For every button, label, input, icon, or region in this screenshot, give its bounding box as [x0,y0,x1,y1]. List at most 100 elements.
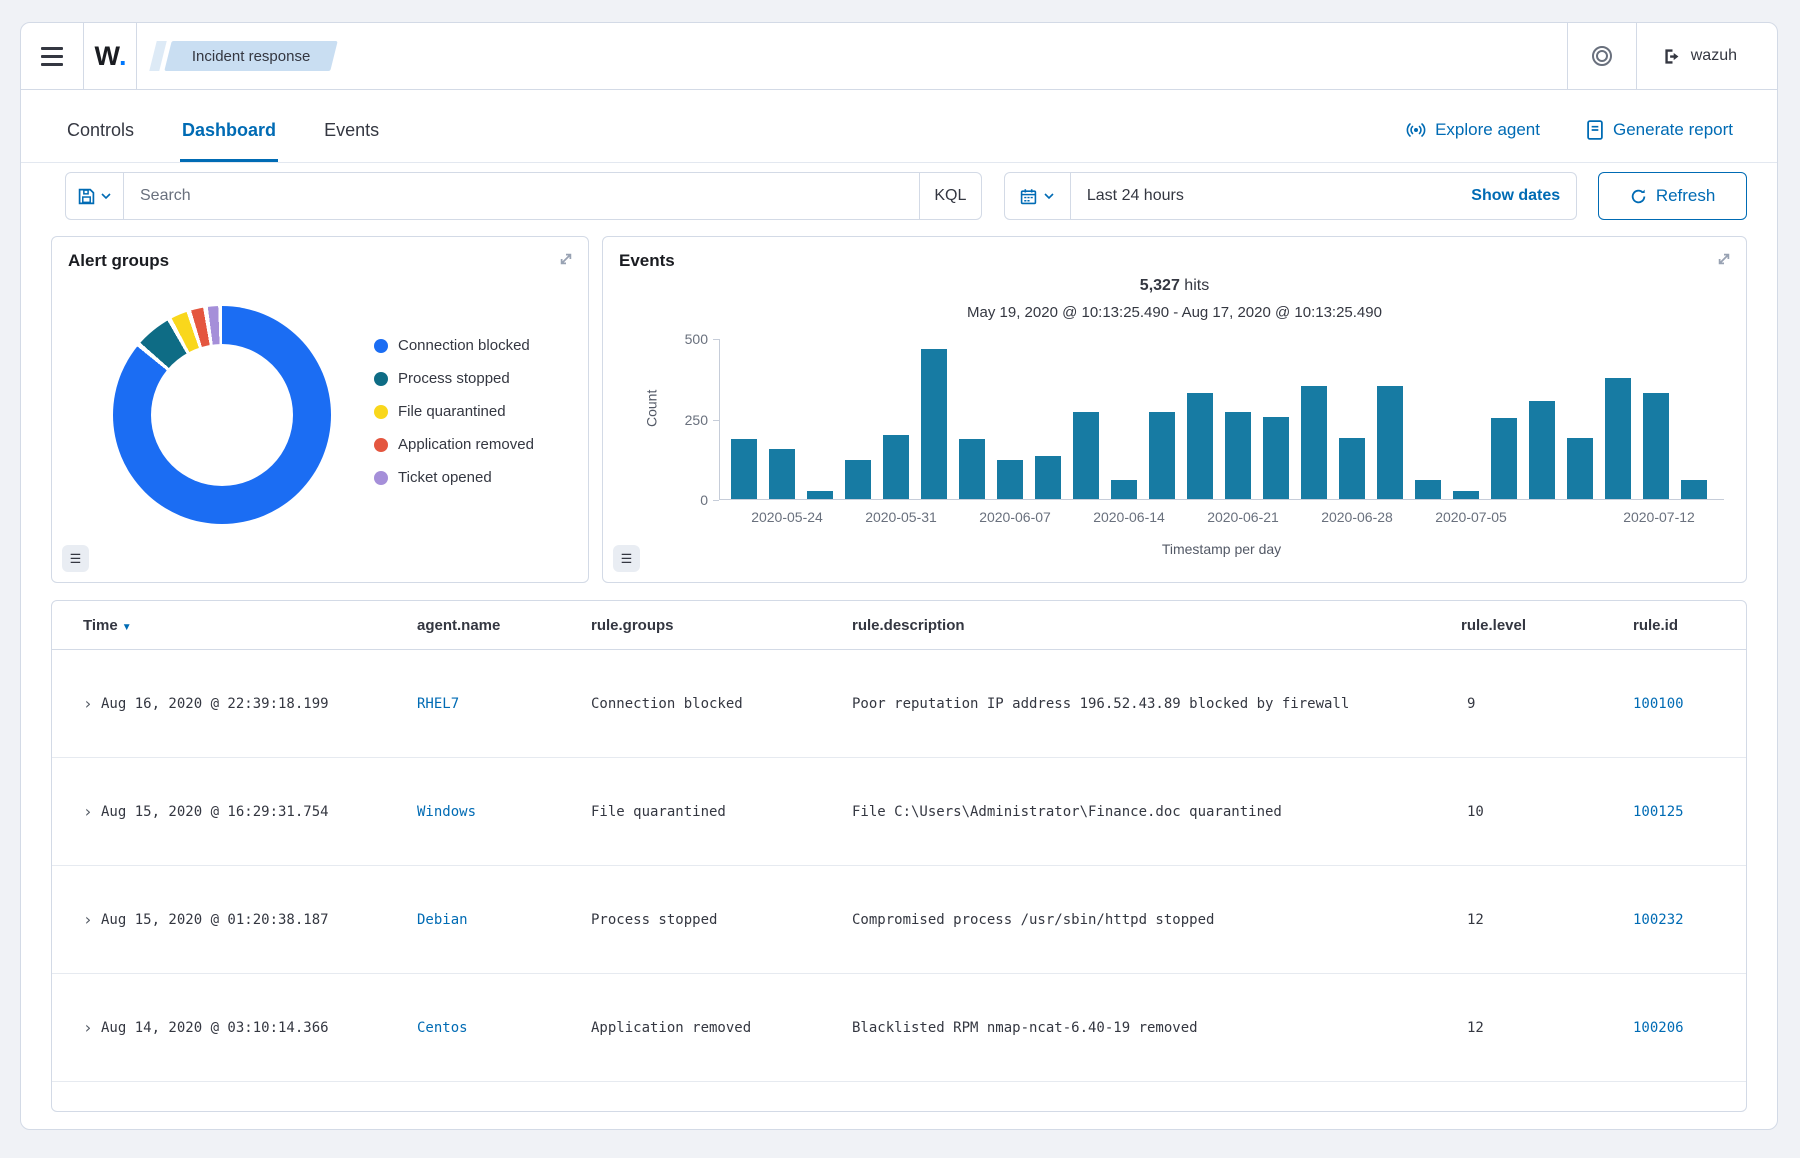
search-input[interactable] [124,173,919,219]
legend-item[interactable]: Process stopped [374,370,534,387]
histogram-bar[interactable] [731,439,757,499]
column-header-rule-groups[interactable]: rule.groups [591,617,674,634]
histogram-bar[interactable] [883,435,909,499]
cell-agent-name[interactable]: Debian [417,912,468,928]
chevron-down-icon [1043,190,1055,202]
user-label: wazuh [1691,47,1737,65]
expand-row-icon[interactable]: › [83,694,93,713]
histogram-bar[interactable] [1643,393,1669,499]
histogram-bar[interactable] [1035,456,1061,499]
column-header-time[interactable]: Time▼ [83,617,132,634]
cell-time: Aug 16, 2020 @ 22:39:18.199 [101,696,329,712]
alerts-table: Time▼ agent.name rule.groups rule.descri… [51,600,1747,1112]
logo-dot: . [119,41,126,72]
generate-report-label: Generate report [1613,120,1733,140]
kql-selector-button[interactable]: KQL [919,173,981,219]
filter-bar: KQL Last 24 hours Show dates Refresh [21,172,1777,220]
histogram-bar[interactable] [997,460,1023,499]
time-range-value[interactable]: Last 24 hours [1071,187,1200,205]
histogram-bar[interactable] [1339,438,1365,499]
histogram-bar[interactable] [1225,412,1251,499]
wazuh-logo[interactable]: W. [84,23,136,89]
legend-item[interactable]: Connection blocked [374,337,534,354]
histogram-bar[interactable] [1073,412,1099,499]
legend-color-dot [374,471,388,485]
refresh-icon [1630,188,1647,205]
histogram-bar[interactable] [1415,480,1441,499]
breadcrumb-accent [149,41,166,71]
refresh-button[interactable]: Refresh [1598,172,1747,220]
cell-rule-description: Compromised process /usr/sbin/httpd stop… [852,912,1214,928]
cell-rule-description: Blacklisted RPM nmap-ncat-6.40-19 remove… [852,1020,1198,1036]
table-row[interactable]: › Aug 16, 2020 @ 22:39:18.199 RHEL7 Connect… [52,650,1746,758]
column-header-rule-description[interactable]: rule.description [852,617,965,634]
column-header-agent-name[interactable]: agent.name [417,617,500,634]
cell-agent-name[interactable]: RHEL7 [417,696,459,712]
histogram-bar[interactable] [1149,412,1175,499]
cell-rule-id[interactable]: 100100 [1633,696,1684,712]
legend-item[interactable]: Ticket opened [374,469,534,486]
expand-panel-icon[interactable] [1714,249,1734,269]
expand-row-icon[interactable]: › [83,910,93,929]
cell-time: Aug 14, 2020 @ 03:10:14.366 [101,1020,329,1036]
expand-row-icon[interactable]: › [83,1018,93,1037]
cell-agent-name[interactable]: Windows [417,804,476,820]
generate-report-button[interactable]: Generate report [1586,120,1733,140]
legend-color-dot [374,405,388,419]
donut-legend: Connection blocked Process stopped File qu… [374,337,534,486]
table-header: Time▼ agent.name rule.groups rule.descri… [52,601,1746,650]
panel-menu-button[interactable]: ☰ [62,545,89,572]
events-bar-chart[interactable]: 5002500 [719,339,1724,500]
tab-controls[interactable]: Controls [65,120,136,162]
histogram-bar[interactable] [1491,418,1517,499]
show-dates-button[interactable]: Show dates [1455,187,1576,205]
panel-title: Events [619,251,675,271]
panel-title: Alert groups [68,251,169,271]
legend-color-dot [374,438,388,452]
cell-rule-id[interactable]: 100206 [1633,1020,1684,1036]
calendar-button[interactable] [1005,173,1071,219]
histogram-bar[interactable] [769,449,795,499]
legend-item[interactable]: Application removed [374,436,534,453]
expand-panel-icon[interactable] [556,249,576,269]
cell-rule-id[interactable]: 100125 [1633,804,1684,820]
saved-query-button[interactable] [66,173,124,219]
cell-rule-id[interactable]: 100232 [1633,912,1684,928]
histogram-bar[interactable] [959,439,985,499]
user-menu[interactable]: wazuh [1637,23,1777,89]
histogram-bar[interactable] [921,349,947,499]
legend-color-dot [374,372,388,386]
histogram-bar[interactable] [1111,480,1137,499]
cell-agent-name[interactable]: Centos [417,1020,468,1036]
histogram-bar[interactable] [1453,491,1479,499]
expand-row-icon[interactable]: › [83,802,93,821]
histogram-bar[interactable] [807,491,833,499]
table-row[interactable]: ›Aug 15, 2020 @ 16:29:31.754WindowsFile … [52,758,1746,866]
histogram-bar[interactable] [1301,386,1327,499]
alert-groups-donut-chart[interactable] [113,306,331,524]
breadcrumb[interactable]: Incident response [153,41,334,71]
table-row[interactable]: ›Aug 15, 2020 @ 01:20:38.187DebianProces… [52,866,1746,974]
legend-color-dot [374,339,388,353]
histogram-bar[interactable] [1377,386,1403,499]
table-row[interactable]: ›Aug 14, 2020 @ 03:10:14.366CentosApplic… [52,974,1746,1082]
tab-events[interactable]: Events [322,120,381,162]
menu-icon[interactable] [21,23,83,89]
tab-dashboard[interactable]: Dashboard [180,120,278,162]
column-header-rule-level[interactable]: rule.level [1461,617,1526,634]
histogram-bar[interactable] [1263,417,1289,499]
cell-rule-groups: Connection blocked [591,696,743,712]
explore-agent-button[interactable]: Explore agent [1406,120,1540,140]
histogram-bar[interactable] [1529,401,1555,499]
histogram-bar[interactable] [1605,378,1631,499]
histogram-bar[interactable] [1567,438,1593,499]
histogram-bar[interactable] [1187,393,1213,499]
histogram-bar[interactable] [845,460,871,499]
health-status-icon[interactable] [1568,23,1636,89]
cell-rule-level: 10 [1467,804,1484,820]
column-header-rule-id[interactable]: rule.id [1633,617,1678,634]
x-axis-tick-label: 2020-07-05 [1435,509,1507,525]
histogram-bar[interactable] [1681,480,1707,499]
panel-menu-button[interactable]: ☰ [613,545,640,572]
legend-item[interactable]: File quarantined [374,403,534,420]
